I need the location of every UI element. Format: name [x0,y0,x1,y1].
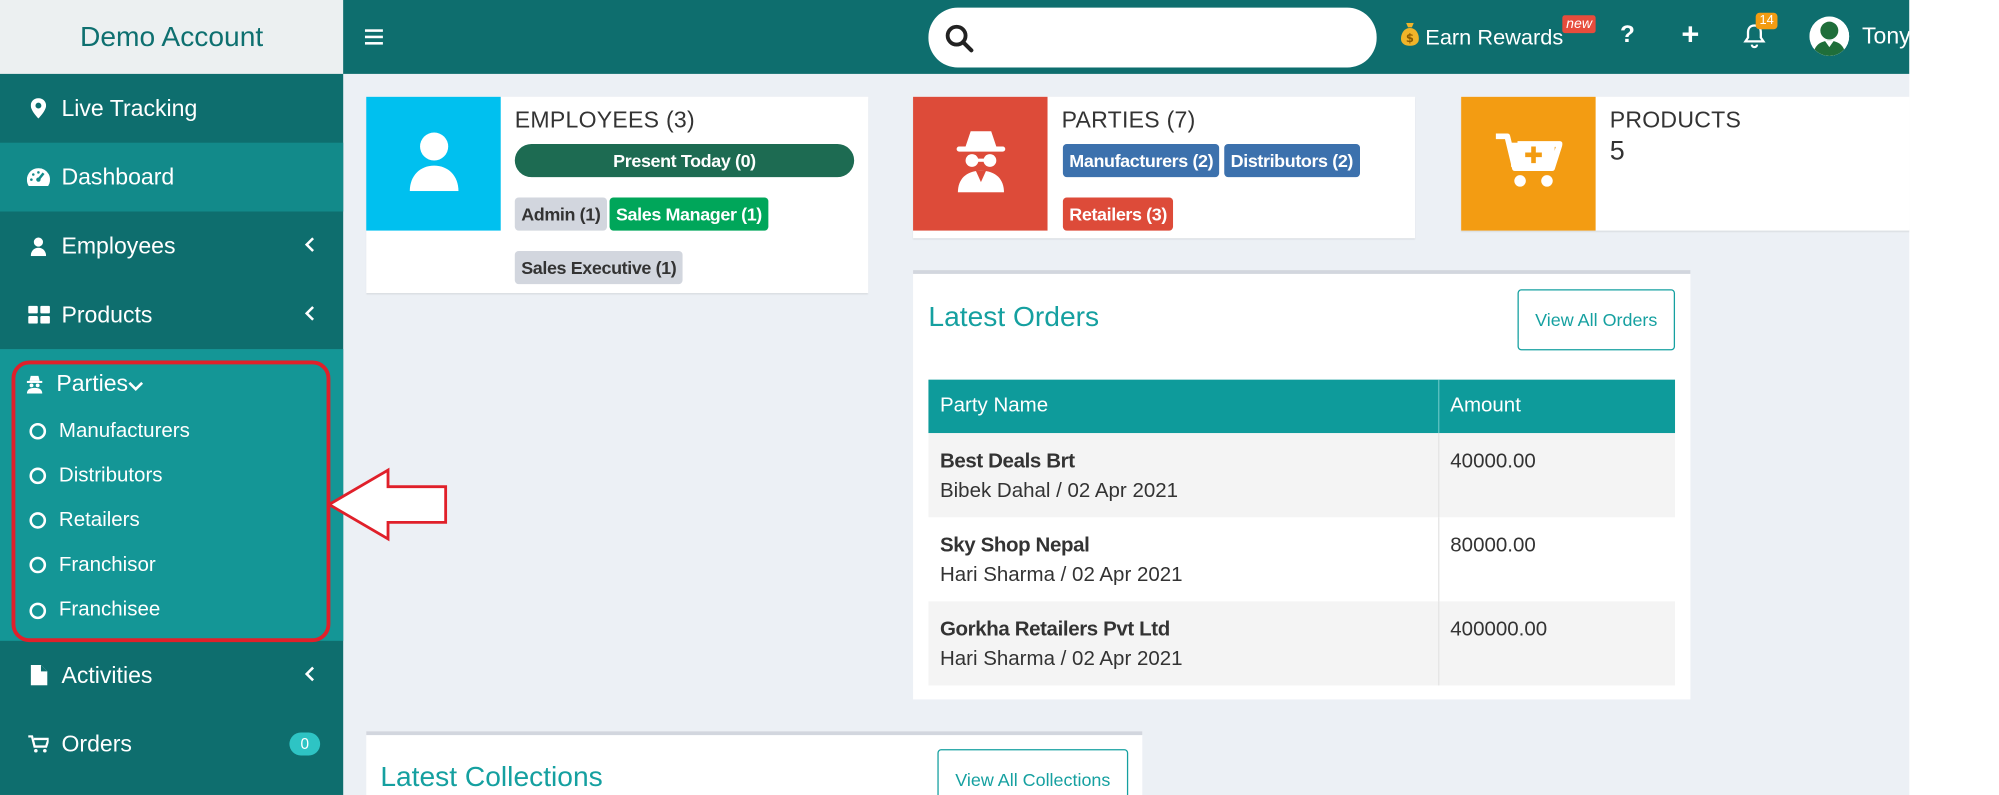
present-today-badge[interactable]: Present Today (0) [514,143,855,178]
chevron-left-icon [304,665,315,685]
party-cell: Sky Shop Nepal Hari Sharma / 02 Apr 2021 [928,517,1439,602]
add-to-cart-icon [1495,132,1563,194]
user-icon [26,236,52,256]
dashboard-icon [26,168,52,187]
add-icon[interactable]: + [1681,18,1699,54]
latest-orders-table: Party Name Amount Best Deals Brt Bibek D… [928,379,1676,686]
map-marker-icon [26,98,52,119]
top-navbar: $ Earn Rewards new ? + 14 Tony [343,0,1909,74]
employees-icon-tile [366,96,501,231]
amount-cell: 400000.00 [1438,601,1676,686]
sidebar-item-live-tracking[interactable]: Live Tracking [0,74,343,143]
chevron-left-icon [304,236,315,256]
svg-text:$: $ [1406,31,1414,45]
party-cell: Gorkha Retailers Pvt Ltd Hari Sharma / 0… [928,601,1439,686]
brand-logo[interactable]: Demo Account [0,0,344,74]
user-icon [408,130,459,198]
cart-icon [26,735,52,753]
products-info-box: PRODUCTS 5 [1461,96,1910,231]
sales-executive-badge[interactable]: Sales Executive (1) [514,250,683,285]
money-bag-icon: $ [1400,22,1419,52]
sidebar-item-label: Activities [61,661,153,688]
earn-rewards-link[interactable]: $ Earn Rewards [1400,22,1564,52]
order-meta: Bibek Dahal / 02 Apr 2021 [939,480,1179,502]
admin-badge[interactable]: Admin (1) [514,197,607,231]
help-icon[interactable]: ? [1620,22,1635,50]
sidebar-item-products[interactable]: Products [0,280,343,349]
column-header-party-name[interactable]: Party Name [928,379,1439,434]
spy-icon [953,129,1007,199]
sidebar-item-activities[interactable]: Activities [0,641,343,710]
employees-title: EMPLOYEES (3) [514,107,695,133]
parties-title: PARTIES (7) [1061,107,1196,133]
manufacturers-badge[interactable]: Manufacturers (2) [1062,143,1220,178]
distributors-badge[interactable]: Distributors (2) [1224,143,1360,178]
order-meta: Hari Sharma / 02 Apr 2021 [939,648,1183,671]
sidebar-item-employees[interactable]: Employees [0,211,343,280]
amount-cell: 40000.00 [1438,433,1676,518]
table-row[interactable]: Best Deals Brt Bibek Dahal / 02 Apr 2021… [928,433,1676,518]
table-row[interactable]: Gorkha Retailers Pvt Ltd Hari Sharma / 0… [928,601,1676,686]
annotation-highlight-box [11,360,331,643]
page-margin [1909,0,1999,795]
grid-icon [26,305,52,324]
retailers-badge[interactable]: Retailers (3) [1062,197,1174,231]
sidebar-item-label: Employees [61,232,176,258]
app-window: Demo Account Live Tracking Dashboard Emp… [0,0,1910,795]
file-icon [26,665,52,686]
latest-collections-box: Latest Collections View All Collections [366,731,1143,795]
chevron-left-icon [304,304,315,324]
sidebar-item-label: Products [61,301,153,327]
notification-count-badge: 14 [1755,12,1778,30]
hamburger-menu-icon[interactable] [364,23,383,51]
latest-orders-box: Latest Orders View All Orders Party Name… [913,270,1691,700]
party-cell: Best Deals Brt Bibek Dahal / 02 Apr 2021 [928,433,1439,518]
sidebar-item-label: Live Tracking [61,94,198,121]
sidebar-item-label: Orders [61,730,132,757]
employees-info-box: EMPLOYEES (3) Present Today (0) Admin (1… [366,96,869,294]
latest-collections-title: Latest Collections [380,760,603,793]
sidebar-item-orders[interactable]: Orders 0 [0,710,343,779]
user-name[interactable]: Tony [1862,23,1909,50]
search-icon [944,23,975,60]
products-title: PRODUCTS [1609,107,1742,133]
party-name[interactable]: Gorkha Retailers Pvt Ltd [940,619,1426,642]
parties-icon-tile [913,96,1048,231]
search-field[interactable] [984,17,1357,57]
order-meta: Hari Sharma / 02 Apr 2021 [939,564,1183,587]
column-header-amount[interactable]: Amount [1438,379,1676,434]
sales-manager-badge[interactable]: Sales Manager (1) [609,197,769,231]
sidebar-item-dashboard[interactable]: Dashboard [0,142,344,212]
new-badge: new [1562,15,1596,34]
table-row[interactable]: Sky Shop Nepal Hari Sharma / 02 Apr 2021… [928,517,1675,602]
earn-rewards-label: Earn Rewards [1425,24,1564,50]
annotation-arrow-icon [326,467,448,542]
avatar[interactable] [1809,16,1850,57]
sidebar-item-label: Dashboard [61,163,175,190]
view-all-orders-button[interactable]: View All Orders [1517,289,1676,351]
party-name[interactable]: Sky Shop Nepal [940,535,1426,558]
orders-count-badge: 0 [289,732,321,756]
products-count: 5 [1609,136,1625,166]
latest-orders-title: Latest Orders [928,300,1100,333]
view-all-collections-button[interactable]: View All Collections [937,749,1129,795]
amount-cell: 80000.00 [1450,535,1536,557]
products-icon-tile [1461,96,1596,231]
search-input[interactable] [928,7,1377,68]
party-name[interactable]: Best Deals Brt [940,451,1426,474]
parties-info-box: PARTIES (7) Manufacturers (2) Distributo… [913,96,1416,239]
